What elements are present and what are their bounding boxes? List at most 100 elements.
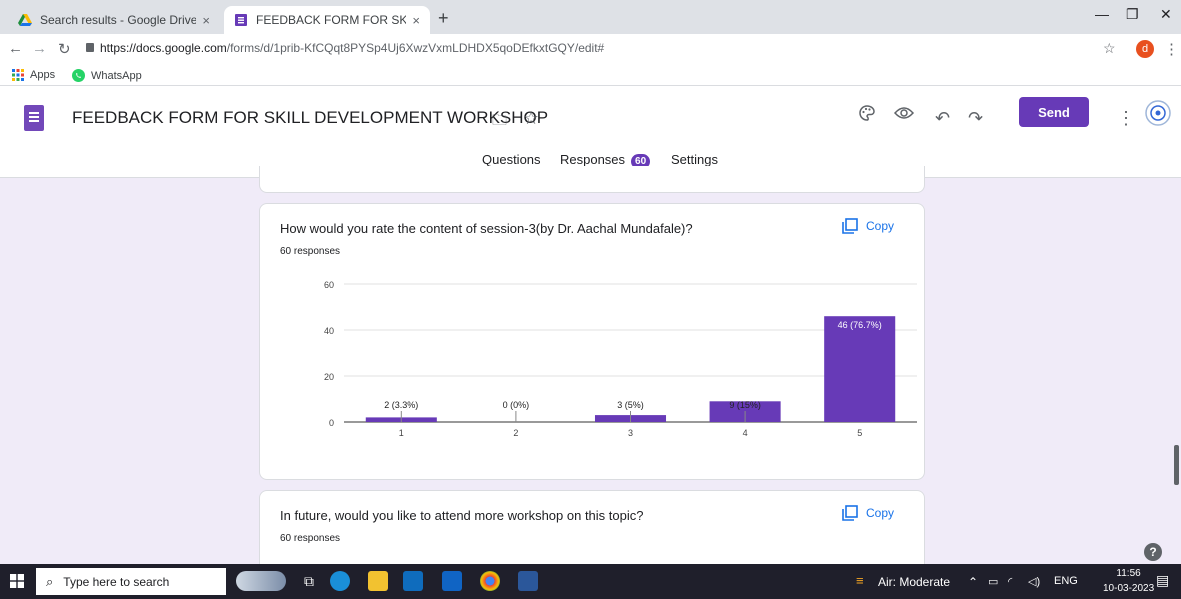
minimize-icon[interactable]: — <box>1095 6 1109 22</box>
x-tick-label: 2 <box>513 428 518 438</box>
browser-tab-strip: Search results - Google Drive × FEEDBACK… <box>0 0 1181 34</box>
y-tick-label: 0 <box>329 418 334 428</box>
scrollbar-thumb[interactable] <box>1174 445 1179 485</box>
google-drive-icon <box>18 14 32 26</box>
network-icon[interactable]: ◜ <box>1008 575 1012 588</box>
address-bar-row: ← → ↻ https://docs.google.com/forms/d/1p… <box>0 34 1181 64</box>
file-explorer-icon[interactable] <box>368 571 388 591</box>
x-tick-label: 3 <box>628 428 633 438</box>
windows-start-icon[interactable] <box>10 574 24 588</box>
chrome-icon[interactable] <box>480 571 500 591</box>
task-view-icon[interactable]: ⧉ <box>304 573 314 590</box>
search-icon: ⌕ <box>46 573 54 589</box>
weather-widget-icon[interactable] <box>236 571 286 591</box>
whatsapp-icon <box>72 69 85 82</box>
tab-feedback-form[interactable]: FEEDBACK FORM FOR SKILL DEV × <box>224 6 430 34</box>
previous-question-card <box>259 166 925 193</box>
form-title[interactable]: FEEDBACK FORM FOR SKILL DEVELOPMENT WORK… <box>72 108 548 128</box>
data-label: 0 (0%) <box>503 400 530 410</box>
clock-time: 11:56 <box>1116 568 1141 579</box>
copy-label: Copy <box>866 219 895 233</box>
url-path: /forms/d/1prib-KfCQqt8PYSp4Uj6XwzVxmLDHD… <box>226 41 605 55</box>
response-count: 60 responses <box>280 533 341 544</box>
data-label: 3 (5%) <box>617 400 644 410</box>
google-forms-icon <box>235 14 247 26</box>
close-tab-icon[interactable]: × <box>202 13 210 28</box>
air-quality-text[interactable]: Air: Moderate <box>878 575 950 589</box>
browser-menu-icon[interactable]: ⋮ <box>1164 40 1179 58</box>
data-label: 9 (15%) <box>729 400 761 410</box>
copy-icon <box>842 505 858 521</box>
send-button[interactable]: Send <box>1019 97 1089 127</box>
help-icon[interactable]: ? <box>1144 543 1162 561</box>
forms-header: FEEDBACK FORM FOR SKILL DEVELOPMENT WORK… <box>0 86 1181 178</box>
y-tick-label: 20 <box>324 372 334 382</box>
page-scrollbar[interactable] <box>1172 178 1181 564</box>
taskbar-clock[interactable]: 11:56 10-03-2023 <box>1103 566 1154 596</box>
bar-chart: 0 20 40 60 1 2 (3.3%) 2 0 (0%) 3 3 (5%) 4 9 (15%) 5 4… <box>324 280 917 438</box>
account-avatar[interactable] <box>1145 100 1171 126</box>
tab-responses-label: Responses <box>560 152 626 167</box>
star-icon[interactable]: ☆ <box>523 108 539 129</box>
bookmark-star-icon[interactable]: ☆ <box>1103 40 1116 57</box>
y-tick-label: 40 <box>324 326 334 336</box>
y-tick-label: 60 <box>324 280 334 290</box>
forward-icon[interactable]: → <box>32 40 47 57</box>
question-title: In future, would you like to attend more… <box>280 508 644 523</box>
undo-icon[interactable]: ↶ <box>935 108 950 129</box>
x-tick-label: 1 <box>399 428 404 438</box>
volume-icon[interactable]: ◁) <box>1028 575 1040 588</box>
taskbar-search-box[interactable]: ⌕ Type here to search <box>36 568 226 595</box>
x-tick-label: 4 <box>743 428 748 438</box>
reload-icon[interactable]: ↻ <box>58 40 71 58</box>
restore-icon[interactable]: ❐ <box>1126 6 1139 23</box>
bookmark-label: WhatsApp <box>91 69 142 82</box>
data-label: 2 (3.3%) <box>384 400 418 410</box>
windows-taskbar: ⌕ Type here to search ⧉ ≡ Air: Moderate … <box>0 564 1181 599</box>
copy-icon <box>842 218 858 234</box>
question-title: How would you rate the content of sessio… <box>280 221 693 236</box>
tab-google-drive[interactable]: Search results - Google Drive × <box>8 6 220 34</box>
data-label: 46 (76.7%) <box>838 320 882 330</box>
bookmark-label: Apps <box>30 69 56 81</box>
preview-eye-icon[interactable] <box>894 105 914 121</box>
window-close-icon[interactable]: ✕ <box>1160 6 1172 23</box>
url-host: https://docs.google.com <box>100 41 227 55</box>
bookmark-whatsapp[interactable]: WhatsApp <box>72 69 142 82</box>
tray-chevron-icon[interactable]: ⌃ <box>968 575 978 589</box>
mail-icon[interactable] <box>403 571 423 591</box>
microsoft-store-icon[interactable] <box>442 571 462 591</box>
copy-label: Copy <box>866 506 895 520</box>
profile-avatar[interactable]: d <box>1136 40 1154 58</box>
new-tab-button[interactable]: + <box>438 8 449 29</box>
palette-icon[interactable] <box>858 104 876 122</box>
url-field[interactable]: https://docs.google.com/forms/d/1prib-Kf… <box>100 41 604 55</box>
tab-title: FEEDBACK FORM FOR SKILL DEV <box>256 13 407 27</box>
close-tab-icon[interactable]: × <box>412 13 420 28</box>
bar <box>824 316 896 422</box>
taskbar-search-placeholder: Type here to search <box>63 574 170 589</box>
response-count: 60 responses <box>280 246 341 257</box>
air-quality-icon: ≡ <box>856 573 864 588</box>
tab-questions[interactable]: Questions <box>482 152 541 167</box>
notifications-icon[interactable]: ▤ <box>1156 572 1169 589</box>
copy-chart-button[interactable]: Copy <box>842 218 894 234</box>
lock-icon <box>86 43 94 52</box>
tab-settings[interactable]: Settings <box>671 152 718 167</box>
bookmark-apps[interactable]: Apps <box>12 69 55 81</box>
x-tick-label: 5 <box>857 428 862 438</box>
more-options-icon[interactable]: ⋮ <box>1117 108 1135 129</box>
copy-chart-button[interactable]: Copy <box>842 505 894 521</box>
back-icon[interactable]: ← <box>8 40 23 57</box>
bookmarks-bar: Apps WhatsApp <box>0 64 1181 86</box>
word-icon[interactable] <box>518 571 538 591</box>
google-forms-logo-icon[interactable] <box>24 105 44 131</box>
edge-browser-icon[interactable] <box>330 571 350 591</box>
redo-icon[interactable]: ↷ <box>968 108 983 129</box>
language-indicator[interactable]: ENG <box>1054 575 1078 587</box>
apps-grid-icon <box>12 69 24 81</box>
folder-icon[interactable]: 🗀 <box>492 110 507 135</box>
question-summary-card: How would you rate the content of sessio… <box>259 203 925 480</box>
battery-icon[interactable]: ▭ <box>988 575 998 588</box>
clock-date: 10-03-2023 <box>1103 583 1155 594</box>
